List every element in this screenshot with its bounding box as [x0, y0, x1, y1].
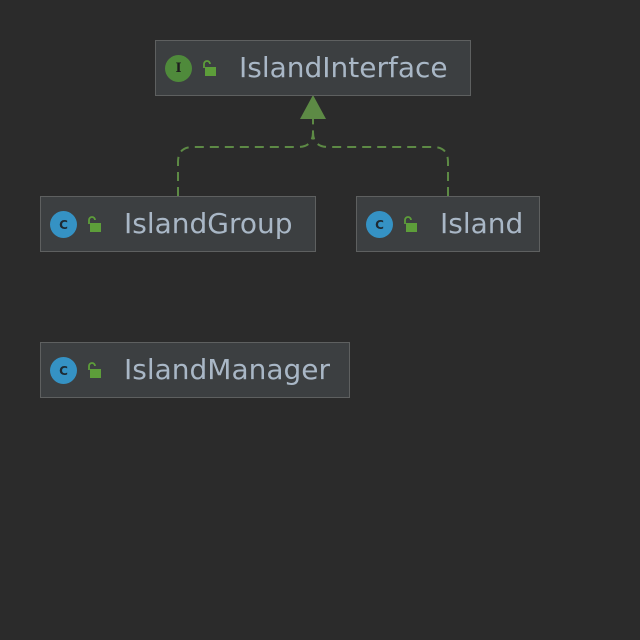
- unlocked-padlock-icon: [88, 216, 101, 232]
- node-islandmanager[interactable]: C IslandManager: [40, 342, 350, 398]
- node-label: IslandGroup: [124, 207, 293, 240]
- node-islandinterface[interactable]: I IslandInterface: [155, 40, 471, 96]
- class-badge-icon: C: [50, 211, 77, 238]
- unlocked-padlock-icon: [88, 362, 101, 378]
- class-badge-icon: C: [50, 357, 77, 384]
- node-islandgroup[interactable]: C IslandGroup: [40, 196, 316, 252]
- unlocked-padlock-icon: [404, 216, 417, 232]
- unlocked-padlock-icon: [203, 60, 216, 76]
- node-label: IslandInterface: [239, 51, 448, 84]
- implements-edge-islandgroup: [177, 118, 314, 196]
- node-label: Island: [440, 207, 524, 240]
- diagram-edges: [177, 95, 449, 196]
- uml-diagram-canvas: I IslandInterface C IslandGroup C Island…: [0, 0, 640, 640]
- node-label: IslandManager: [124, 353, 331, 386]
- node-island[interactable]: C Island: [356, 196, 540, 252]
- implements-arrowhead: [300, 95, 326, 119]
- implements-edge-island: [312, 131, 449, 196]
- class-badge-icon: C: [366, 211, 393, 238]
- interface-badge-icon: I: [165, 55, 192, 82]
